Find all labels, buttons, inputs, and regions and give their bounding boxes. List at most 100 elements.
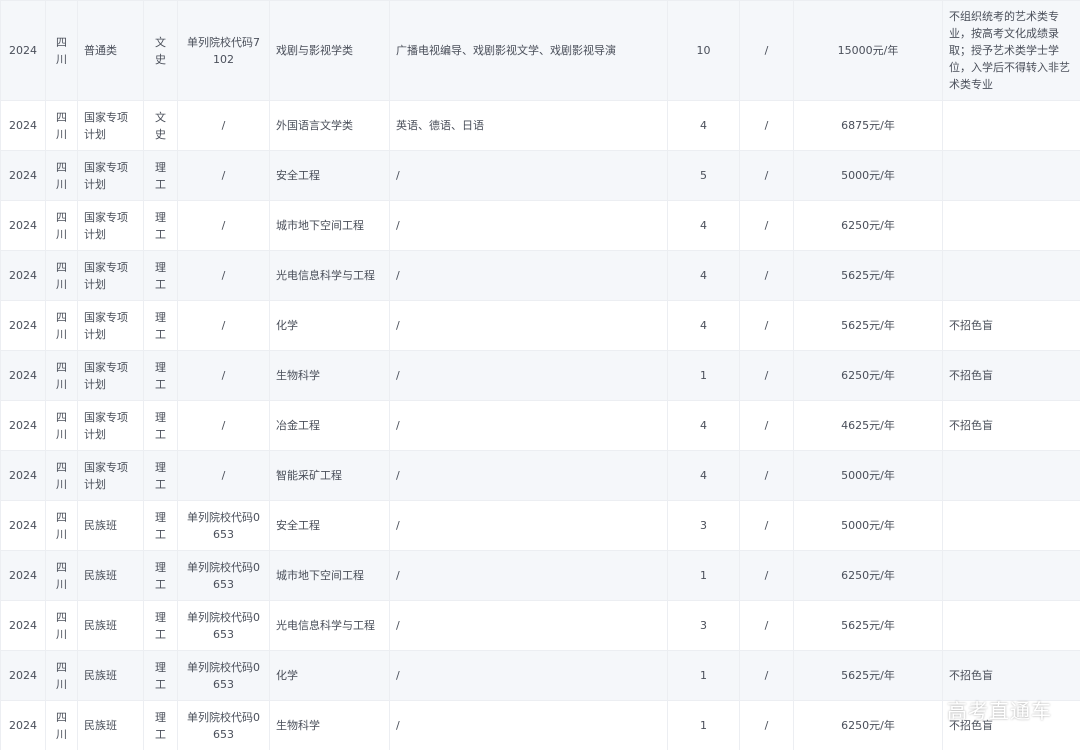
- cell-plan-count: 4: [667, 300, 740, 351]
- cell-major-group: 城市地下空间工程: [269, 200, 390, 251]
- cell-school-code: /: [177, 400, 270, 451]
- cell-majors: /: [389, 500, 668, 551]
- cell-tuition: 6250元/年: [793, 200, 943, 251]
- cell-category: 国家专项计划: [77, 300, 144, 351]
- table-body: 2024 四川 普通类 文史 单列院校代码7102 戏剧与影视学类 广播电视编导、戏剧影视文…: [0, 0, 1080, 750]
- cell-plan-count: 1: [667, 650, 740, 701]
- cell-plan-count: 3: [667, 500, 740, 551]
- cell-year: 2024: [0, 100, 46, 151]
- cell-majors: /: [389, 450, 668, 501]
- cell-school-code: 单列院校代码0653: [177, 600, 270, 651]
- cell-duration: /: [739, 700, 794, 750]
- cell-subject-type: 理工: [143, 150, 178, 201]
- cell-duration: /: [739, 300, 794, 351]
- cell-province: 四川: [45, 500, 78, 551]
- cell-province: 四川: [45, 350, 78, 401]
- cell-school-code: /: [177, 350, 270, 401]
- cell-category: 民族班: [77, 700, 144, 750]
- cell-year: 2024: [0, 550, 46, 601]
- cell-major-group: 化学: [269, 300, 390, 351]
- cell-remarks: 不招色盲: [942, 300, 1080, 351]
- table-row: 2024 四川 国家专项计划 理工 / 光电信息科学与工程/4/5625元/年: [0, 250, 1080, 301]
- cell-tuition: 4625元/年: [793, 400, 943, 451]
- cell-majors: /: [389, 150, 668, 201]
- cell-year: 2024: [0, 150, 46, 201]
- cell-subject-type: 理工: [143, 200, 178, 251]
- cell-duration: /: [739, 550, 794, 601]
- cell-subject-type: 理工: [143, 550, 178, 601]
- cell-category: 国家专项计划: [77, 350, 144, 401]
- cell-province: 四川: [45, 100, 78, 151]
- cell-school-code: 单列院校代码0653: [177, 650, 270, 701]
- cell-year: 2024: [0, 250, 46, 301]
- table-row: 2024 四川 民族班 理工 单列院校代码0653 生物科学/1/6250元/年 不招色盲: [0, 700, 1080, 750]
- cell-plan-count: 3: [667, 600, 740, 651]
- cell-remarks: [942, 550, 1080, 601]
- cell-tuition: 5625元/年: [793, 600, 943, 651]
- cell-year: 2024: [0, 700, 46, 750]
- cell-province: 四川: [45, 200, 78, 251]
- cell-plan-count: 1: [667, 700, 740, 750]
- cell-plan-count: 4: [667, 100, 740, 151]
- cell-category: 国家专项计划: [77, 200, 144, 251]
- cell-year: 2024: [0, 500, 46, 551]
- cell-majors: /: [389, 350, 668, 401]
- table-row: 2024 四川 普通类 文史 单列院校代码7102 戏剧与影视学类 广播电视编导、戏剧影视文…: [0, 0, 1080, 101]
- cell-tuition: 6875元/年: [793, 100, 943, 151]
- cell-year: 2024: [0, 650, 46, 701]
- cell-province: 四川: [45, 650, 78, 701]
- cell-major-group: 冶金工程: [269, 400, 390, 451]
- cell-remarks: [942, 600, 1080, 651]
- cell-majors: /: [389, 200, 668, 251]
- watermark: 高考直通车: [947, 699, 1052, 723]
- table-row: 2024 四川 民族班 理工 单列院校代码0653 化学/1/5625元/年 不招色盲: [0, 650, 1080, 701]
- cell-tuition: 6250元/年: [793, 700, 943, 750]
- cell-year: 2024: [0, 0, 46, 101]
- cell-plan-count: 5: [667, 150, 740, 201]
- cell-category: 国家专项计划: [77, 250, 144, 301]
- cell-plan-count: 10: [667, 0, 740, 101]
- cell-subject-type: 文史: [143, 0, 178, 101]
- cell-plan-count: 4: [667, 250, 740, 301]
- cell-category: 国家专项计划: [77, 150, 144, 201]
- cell-majors: 广播电视编导、戏剧影视文学、戏剧影视导演: [389, 0, 668, 101]
- cell-major-group: 智能采矿工程: [269, 450, 390, 501]
- cell-subject-type: 理工: [143, 650, 178, 701]
- cell-major-group: 生物科学: [269, 700, 390, 750]
- cell-school-code: /: [177, 200, 270, 251]
- cell-school-code: /: [177, 250, 270, 301]
- cell-major-group: 外国语言文学类: [269, 100, 390, 151]
- cell-duration: /: [739, 100, 794, 151]
- cell-duration: /: [739, 400, 794, 451]
- cell-plan-count: 4: [667, 450, 740, 501]
- cell-remarks: [942, 200, 1080, 251]
- cell-category: 国家专项计划: [77, 400, 144, 451]
- cell-category: 国家专项计划: [77, 100, 144, 151]
- cell-category: 国家专项计划: [77, 450, 144, 501]
- cell-major-group: 安全工程: [269, 150, 390, 201]
- cell-subject-type: 理工: [143, 400, 178, 451]
- table-row: 2024 四川 国家专项计划 理工 / 城市地下空间工程/4/6250元/年: [0, 200, 1080, 251]
- table-row: 2024 四川 国家专项计划 理工 / 生物科学/1/6250元/年 不招色盲: [0, 350, 1080, 401]
- cell-plan-count: 1: [667, 550, 740, 601]
- cell-majors: /: [389, 650, 668, 701]
- cell-year: 2024: [0, 350, 46, 401]
- cell-major-group: 生物科学: [269, 350, 390, 401]
- cell-school-code: /: [177, 100, 270, 151]
- cell-province: 四川: [45, 150, 78, 201]
- cell-tuition: 5625元/年: [793, 300, 943, 351]
- cell-school-code: 单列院校代码0653: [177, 550, 270, 601]
- cell-majors: /: [389, 250, 668, 301]
- cell-remarks: 不招色盲: [942, 650, 1080, 701]
- table-row: 2024 四川 民族班 理工 单列院校代码0653 城市地下空间工程/1/6250元/年: [0, 550, 1080, 601]
- cell-category: 民族班: [77, 650, 144, 701]
- cell-subject-type: 理工: [143, 600, 178, 651]
- page: 2024 四川 普通类 文史 单列院校代码7102 戏剧与影视学类 广播电视编导、戏剧影视文…: [0, 0, 1080, 750]
- cell-majors: /: [389, 400, 668, 451]
- cell-tuition: 5625元/年: [793, 650, 943, 701]
- cell-year: 2024: [0, 450, 46, 501]
- cell-duration: /: [739, 250, 794, 301]
- cell-year: 2024: [0, 300, 46, 351]
- cell-plan-count: 1: [667, 350, 740, 401]
- table-row: 2024 四川 民族班 理工 单列院校代码0653 安全工程/3/5000元/年: [0, 500, 1080, 551]
